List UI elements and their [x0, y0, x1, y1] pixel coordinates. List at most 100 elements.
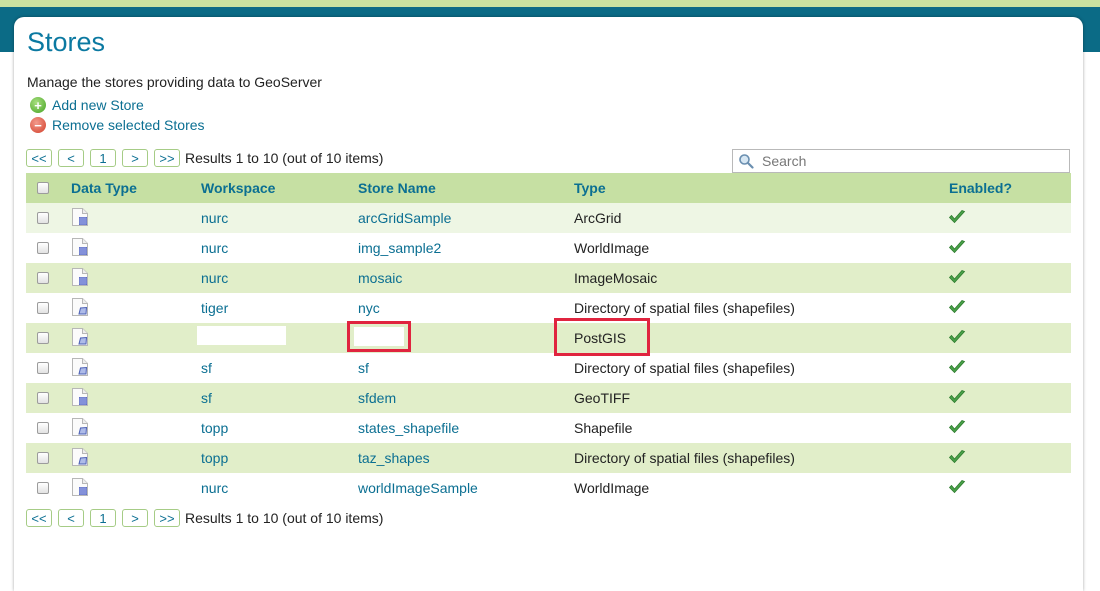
next-page-button[interactable]: > — [122, 149, 148, 167]
row-checkbox[interactable] — [37, 392, 49, 404]
workspace-link[interactable]: topp — [201, 443, 228, 473]
table-row: nurc worldImageSample WorldImage — [26, 473, 1071, 503]
store-type: WorldImage — [574, 240, 650, 256]
pager-bottom: << < 1 > >> Results 1 to 10 (out of 10 i… — [26, 508, 383, 528]
results-info: Results 1 to 10 (out of 10 items) — [185, 150, 384, 166]
table-row: tiger nyc Directory of spatial files (shap… — [26, 293, 1071, 323]
store-name-link[interactable]: taz_shapes — [358, 443, 430, 473]
first-page-button[interactable]: << — [26, 149, 52, 167]
enabled-check-icon — [948, 389, 966, 408]
workspace-link[interactable]: sf — [201, 383, 212, 413]
store-type: Directory of spatial files (shapefiles) — [574, 360, 795, 376]
enabled-check-icon — [948, 419, 966, 438]
header-data-type[interactable]: Data Type — [71, 173, 137, 203]
select-all-checkbox[interactable] — [37, 182, 49, 194]
add-store-link[interactable]: + Add new Store — [30, 96, 144, 114]
blank-workspace-field — [197, 326, 286, 345]
row-checkbox[interactable] — [37, 242, 49, 254]
stores-table: Data Type Workspace Store Name Type Enab… — [26, 173, 1071, 503]
row-checkbox[interactable] — [37, 362, 49, 374]
table-row: PostGIS — [26, 323, 1071, 353]
remove-stores-label: Remove selected Stores — [52, 117, 205, 133]
vector-icon — [71, 447, 89, 470]
enabled-check-icon — [948, 269, 966, 288]
first-page-button-bottom[interactable]: << — [26, 509, 52, 527]
store-name-link[interactable]: sfdem — [358, 383, 396, 413]
workspace-link[interactable]: sf — [201, 353, 212, 383]
enabled-check-icon — [948, 299, 966, 318]
store-type: WorldImage — [574, 480, 650, 496]
last-page-button[interactable]: >> — [154, 149, 180, 167]
pager-top: << < 1 > >> Results 1 to 10 (out of 10 i… — [26, 148, 383, 168]
search-box[interactable] — [732, 149, 1070, 173]
raster-icon — [71, 237, 89, 260]
workspace-link[interactable]: tiger — [201, 293, 228, 323]
table-row: topp states_shapefile Shapefile — [26, 413, 1071, 443]
store-name-link[interactable]: worldImageSample — [358, 473, 478, 503]
vector-icon — [71, 357, 89, 380]
row-checkbox[interactable] — [37, 332, 49, 344]
workspace-link[interactable]: nurc — [201, 263, 228, 293]
store-name-link[interactable]: nyc — [358, 293, 380, 323]
store-name-link[interactable]: states_shapefile — [358, 413, 459, 443]
header-workspace[interactable]: Workspace — [201, 173, 275, 203]
enabled-check-icon — [948, 479, 966, 498]
add-icon: + — [30, 97, 46, 113]
table-row: nurc img_sample2 WorldImage — [26, 233, 1071, 263]
next-page-button-bottom[interactable]: > — [122, 509, 148, 527]
table-row: topp taz_shapes Directory of spatial files… — [26, 443, 1071, 473]
header-store-name[interactable]: Store Name — [358, 173, 436, 203]
store-type: ArcGrid — [574, 210, 622, 226]
table-row: sf sf Directory of spatial files (shapefil… — [26, 353, 1071, 383]
row-checkbox[interactable] — [37, 422, 49, 434]
stores-panel: Stores Manage the stores providing data … — [14, 17, 1083, 591]
vector-icon — [71, 417, 89, 440]
last-page-button-bottom[interactable]: >> — [154, 509, 180, 527]
prev-page-button[interactable]: < — [58, 149, 84, 167]
store-type: Shapefile — [574, 420, 633, 436]
workspace-link[interactable]: nurc — [201, 473, 228, 503]
add-store-label: Add new Store — [52, 97, 144, 113]
row-checkbox[interactable] — [37, 302, 49, 314]
highlight-type — [554, 318, 650, 356]
store-name-link[interactable]: sf — [358, 353, 369, 383]
enabled-check-icon — [948, 329, 966, 348]
workspace-link[interactable]: nurc — [201, 203, 228, 233]
table-header: Data Type Workspace Store Name Type Enab… — [26, 173, 1071, 203]
page-title: Stores — [27, 27, 106, 57]
row-checkbox[interactable] — [37, 452, 49, 464]
enabled-check-icon — [948, 239, 966, 258]
row-checkbox[interactable] — [37, 272, 49, 284]
store-name-link[interactable]: mosaic — [358, 263, 402, 293]
store-type: GeoTIFF — [574, 390, 631, 406]
vector-icon — [71, 297, 89, 320]
row-checkbox[interactable] — [37, 212, 49, 224]
table-row: sf sfdem GeoTIFF — [26, 383, 1071, 413]
results-info-bottom: Results 1 to 10 (out of 10 items) — [185, 510, 384, 526]
workspace-link[interactable]: nurc — [201, 233, 228, 263]
raster-icon — [71, 267, 89, 290]
table-body: nurc arcGridSample ArcGrid nurc img_sample2 W… — [26, 203, 1071, 503]
table-row: nurc arcGridSample ArcGrid — [26, 203, 1071, 233]
page-1-button-bottom[interactable]: 1 — [90, 509, 116, 527]
store-type: Directory of spatial files (shapefiles) — [574, 450, 795, 466]
search-input[interactable] — [760, 152, 1054, 170]
vector-icon — [71, 327, 89, 350]
enabled-check-icon — [948, 449, 966, 468]
page-description: Manage the stores providing data to GeoS… — [27, 74, 322, 90]
header-enabled[interactable]: Enabled? — [949, 173, 1012, 203]
enabled-check-icon — [948, 209, 966, 228]
raster-icon — [71, 477, 89, 500]
store-name-link[interactable]: img_sample2 — [358, 233, 441, 263]
workspace-link[interactable]: topp — [201, 413, 228, 443]
row-checkbox[interactable] — [37, 482, 49, 494]
enabled-check-icon — [948, 359, 966, 378]
prev-page-button-bottom[interactable]: < — [58, 509, 84, 527]
search-icon — [739, 154, 754, 169]
table-row: nurc mosaic ImageMosaic — [26, 263, 1071, 293]
page-1-button[interactable]: 1 — [90, 149, 116, 167]
remove-stores-link[interactable]: − Remove selected Stores — [30, 116, 205, 134]
header-type[interactable]: Type — [574, 173, 606, 203]
highlight-store-name — [347, 321, 411, 352]
store-name-link[interactable]: arcGridSample — [358, 203, 451, 233]
